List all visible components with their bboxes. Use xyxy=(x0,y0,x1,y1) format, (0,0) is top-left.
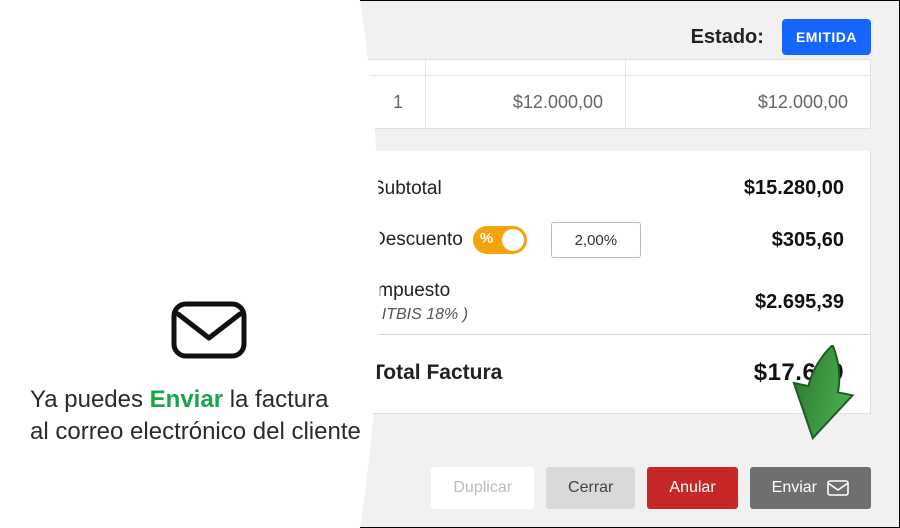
promo-text: Ya puedes Enviar la factura al correo el… xyxy=(30,384,361,449)
tax-label: Impuesto xyxy=(372,280,468,302)
status-label: Estado: xyxy=(691,26,764,49)
total-row: Total Factura $17.669 xyxy=(372,335,844,413)
unit-price-cell: $12.000,00 xyxy=(426,76,626,128)
subtotal-label: Subtotal xyxy=(372,178,442,200)
discount-label: Descuento xyxy=(372,229,463,251)
discount-row: Descuento $305,60 xyxy=(372,222,844,258)
subtotal-value: $15.280,00 xyxy=(744,177,844,200)
tax-detail: ( ITBIS 18% ) xyxy=(372,306,468,324)
subtotal-row: Subtotal $15.280,00 xyxy=(372,177,844,200)
footer-actions: Duplicar Cerrar Anular Enviar xyxy=(431,467,871,509)
promo-text-after2: al correo electrónico del cliente xyxy=(30,418,361,445)
table-row: 1 $12.000,00 $12.000,00 xyxy=(312,76,870,128)
void-button[interactable]: Anular xyxy=(647,467,737,509)
duplicate-button[interactable]: Duplicar xyxy=(431,467,534,509)
status-row: Estado: EMITIDA xyxy=(691,19,871,55)
send-button-label: Enviar xyxy=(772,479,817,497)
discount-value: $305,60 xyxy=(772,229,844,252)
mail-icon xyxy=(170,300,248,360)
green-arrow-icon xyxy=(781,345,871,455)
line-items-card: 1 $12.000,00 $12.000,00 xyxy=(311,59,871,129)
mail-icon xyxy=(827,480,849,496)
tax-row: Impuesto ( ITBIS 18% ) $2.695,39 xyxy=(372,280,844,324)
total-label: Total Factura xyxy=(372,361,502,385)
status-badge: EMITIDA xyxy=(782,19,871,55)
discount-percent-input[interactable] xyxy=(551,222,641,258)
promo-text-after1: la factura xyxy=(223,386,328,413)
send-button[interactable]: Enviar xyxy=(750,467,871,509)
discount-toggle[interactable] xyxy=(473,226,527,254)
promo-text-before: Ya puedes xyxy=(30,386,150,413)
promo-text-highlight: Enviar xyxy=(150,386,223,413)
close-button[interactable]: Cerrar xyxy=(546,467,635,509)
amount-cell: $12.000,00 xyxy=(626,76,870,128)
table-header-ghost xyxy=(312,60,870,76)
tax-value: $2.695,39 xyxy=(755,291,844,314)
